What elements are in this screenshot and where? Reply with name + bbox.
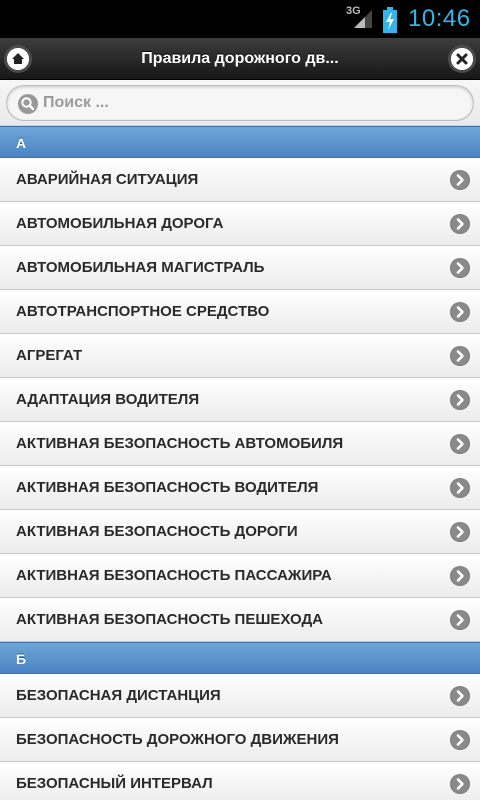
list-item-label: БЕЗОПАСНОСТЬ ДОРОЖНОГО ДВИЖЕНИЯ: [16, 731, 339, 748]
list-item-label: АКТИВНАЯ БЕЗОПАСНОСТЬ ПАССАЖИРА: [16, 567, 332, 584]
chevron-right-icon: [451, 523, 469, 541]
chevron-right-icon: [451, 775, 469, 793]
list-item-label: АВАРИЙНАЯ СИТУАЦИЯ: [16, 171, 199, 188]
list-item-label: БЕЗОПАСНЫЙ ИНТЕРВАЛ: [16, 775, 213, 792]
header-bar: Правила дорожного дв...: [0, 38, 480, 80]
list-item[interactable]: АГРЕГАТ: [0, 334, 480, 378]
list-item[interactable]: АВТОМОБИЛЬНАЯ ДОРОГА: [0, 202, 480, 246]
list-item[interactable]: АКТИВНАЯ БЕЗОПАСНОСТЬ ВОДИТЕЛЯ: [0, 466, 480, 510]
close-icon: [451, 48, 473, 70]
chevron-right-icon: [451, 171, 469, 189]
chevron-right-icon: [451, 611, 469, 629]
section-divider: А: [0, 126, 480, 158]
list-item[interactable]: БЕЗОПАСНЫЙ ИНТЕРВАЛ: [0, 762, 480, 800]
close-button[interactable]: [451, 48, 473, 70]
chevron-right-icon: [451, 567, 469, 585]
home-icon: [7, 48, 29, 70]
list-item[interactable]: АКТИВНАЯ БЕЗОПАСНОСТЬ АВТОМОБИЛЯ: [0, 422, 480, 466]
list-item[interactable]: АДАПТАЦИЯ ВОДИТЕЛЯ: [0, 378, 480, 422]
list-item-label: АВТОМОБИЛЬНАЯ МАГИСТРАЛЬ: [16, 259, 265, 276]
list-item-label: БЕЗОПАСНАЯ ДИСТАНЦИЯ: [16, 687, 221, 704]
search-bar: Поиск ...: [0, 80, 480, 126]
list-item-label: АВТОТРАНСПОРТНОЕ СРЕДСТВО: [16, 303, 270, 320]
list-item[interactable]: АВТОМОБИЛЬНАЯ МАГИСТРАЛЬ: [0, 246, 480, 290]
list-item[interactable]: АВАРИЙНАЯ СИТУАЦИЯ: [0, 158, 480, 202]
list-item[interactable]: АКТИВНАЯ БЕЗОПАСНОСТЬ ПЕШЕХОДА: [0, 598, 480, 642]
list-item-label: АКТИВНАЯ БЕЗОПАСНОСТЬ АВТОМОБИЛЯ: [16, 435, 344, 452]
battery-icon: [383, 7, 397, 38]
chevron-right-icon: [451, 259, 469, 277]
list-item[interactable]: АВТОТРАНСПОРТНОЕ СРЕДСТВО: [0, 290, 480, 334]
section-divider: Б: [0, 642, 480, 674]
list-item[interactable]: АКТИВНАЯ БЕЗОПАСНОСТЬ ПАССАЖИРА: [0, 554, 480, 598]
chevron-right-icon: [451, 435, 469, 453]
status-bar: 3G 10:46: [0, 0, 480, 38]
search-placeholder: Поиск ...: [43, 94, 109, 111]
chevron-right-icon: [451, 303, 469, 321]
signal-icon: [352, 8, 374, 35]
chevron-right-icon: [451, 391, 469, 409]
list-item[interactable]: АКТИВНАЯ БЕЗОПАСНОСТЬ ДОРОГИ: [0, 510, 480, 554]
chevron-right-icon: [451, 215, 469, 233]
glossary-list: А АВАРИЙНАЯ СИТУАЦИЯ АВТОМОБИЛЬНАЯ ДОРОГА А…: [0, 126, 480, 800]
chevron-right-icon: [451, 731, 469, 749]
clock: 10:46: [408, 5, 471, 32]
search-icon: [18, 94, 38, 114]
chevron-right-icon: [451, 687, 469, 705]
chevron-right-icon: [451, 347, 469, 365]
list-item-label: АКТИВНАЯ БЕЗОПАСНОСТЬ ВОДИТЕЛЯ: [16, 479, 319, 496]
list-item-label: АГРЕГАТ: [16, 347, 83, 364]
list-item-label: АДАПТАЦИЯ ВОДИТЕЛЯ: [16, 391, 200, 408]
page-title: Правила дорожного дв...: [141, 50, 339, 67]
list-item-label: АКТИВНАЯ БЕЗОПАСНОСТЬ ДОРОГИ: [16, 523, 298, 540]
home-button[interactable]: [7, 48, 29, 70]
list-item-label: АВТОМОБИЛЬНАЯ ДОРОГА: [16, 215, 224, 232]
search-input[interactable]: Поиск ...: [6, 85, 474, 121]
list-item[interactable]: БЕЗОПАСНОСТЬ ДОРОЖНОГО ДВИЖЕНИЯ: [0, 718, 480, 762]
list-item[interactable]: БЕЗОПАСНАЯ ДИСТАНЦИЯ: [0, 674, 480, 718]
list-item-label: АКТИВНАЯ БЕЗОПАСНОСТЬ ПЕШЕХОДА: [16, 611, 324, 628]
chevron-right-icon: [451, 479, 469, 497]
